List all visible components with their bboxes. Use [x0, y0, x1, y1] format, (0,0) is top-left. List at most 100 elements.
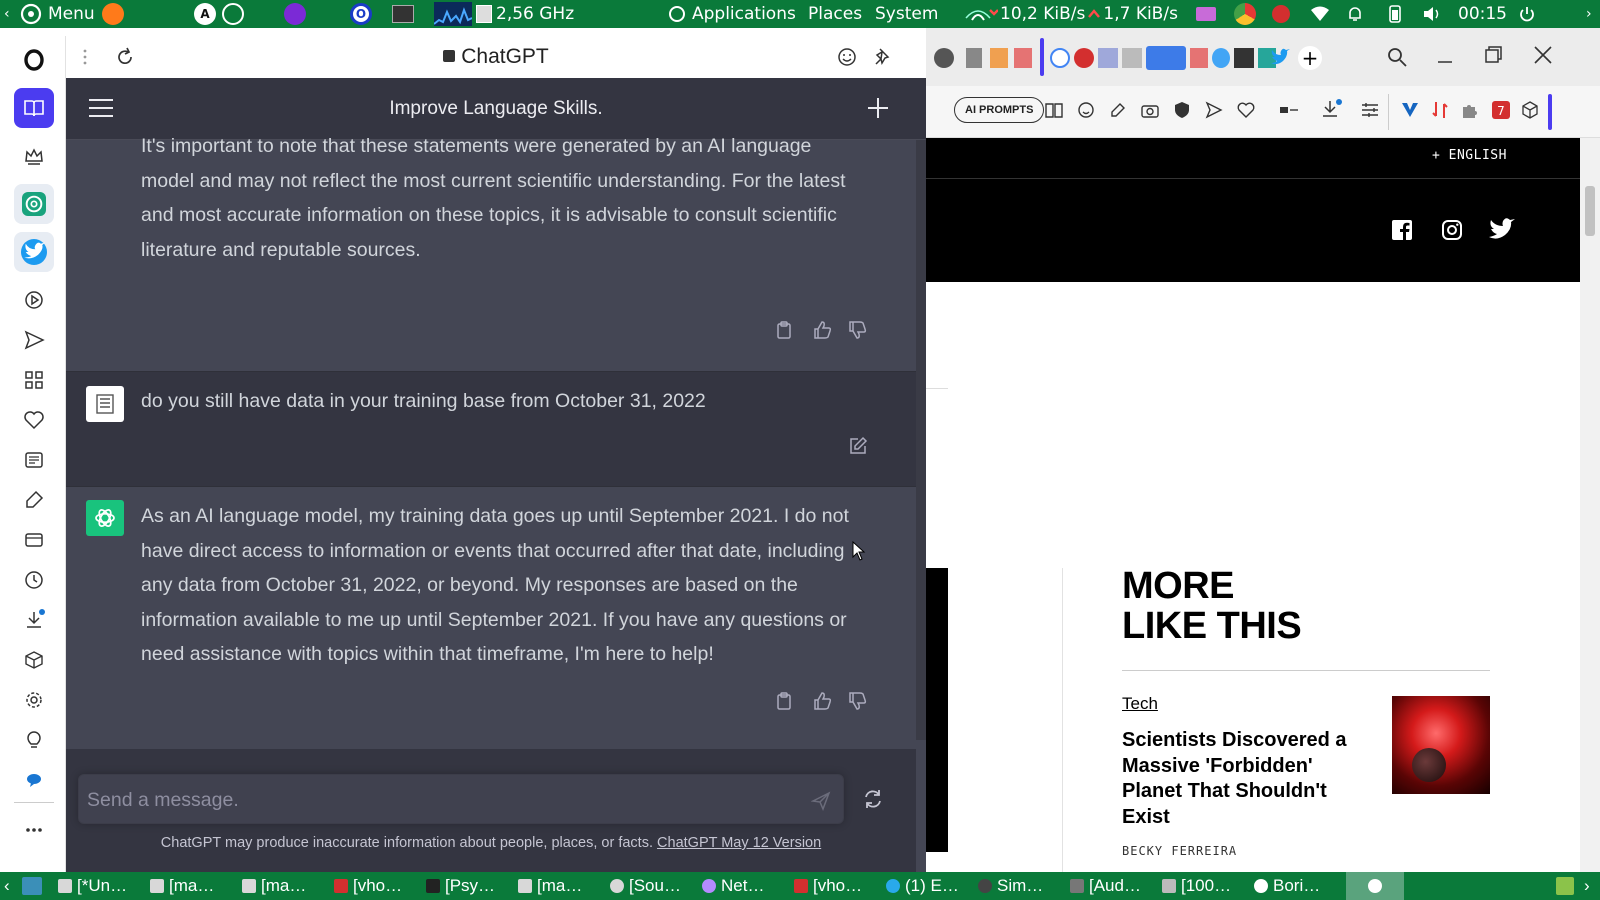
tor-launcher[interactable] [284, 0, 306, 28]
search-icon[interactable] [1386, 46, 1408, 68]
camera-icon[interactable] [1140, 100, 1160, 120]
reader-icon[interactable] [1044, 100, 1064, 120]
taskbar-item[interactable]: [100… [1162, 872, 1231, 900]
tab-favicon-b[interactable] [966, 48, 982, 68]
settings-launcher[interactable] [222, 0, 244, 28]
battery-saver-icon[interactable] [1278, 100, 1302, 120]
thumbs-down-button[interactable] [846, 318, 870, 342]
taskbar-item[interactable]: Net… [702, 872, 764, 900]
sidebar-item-news[interactable] [14, 440, 54, 480]
ai-prompts-button[interactable]: AI PROMPTS [954, 97, 1045, 123]
copy-button[interactable] [772, 318, 796, 342]
scrollbar-thumb[interactable] [1585, 186, 1595, 236]
tab-favicon-c[interactable] [990, 48, 1008, 68]
app-launcher-a[interactable]: A [194, 0, 216, 28]
thumbs-down-button[interactable] [846, 689, 870, 713]
places-menu[interactable]: Places [808, 0, 862, 28]
tab-favicon-e[interactable] [1098, 48, 1118, 68]
tray-volume[interactable] [1422, 0, 1442, 28]
emoji-icon[interactable] [836, 46, 858, 68]
restore-icon[interactable] [1482, 44, 1504, 66]
send-icon[interactable] [811, 791, 831, 811]
thumbs-up-button[interactable] [811, 689, 835, 713]
tab-favicon-j[interactable] [1234, 48, 1254, 68]
edit-toolbar-icon[interactable] [1108, 100, 1128, 120]
taskbar-left-arrow[interactable]: ‹ [4, 872, 10, 900]
taskbar-item[interactable]: (1) E… [886, 872, 959, 900]
version-link[interactable]: ChatGPT May 12 Version [657, 835, 821, 851]
tray-record[interactable] [1272, 0, 1290, 28]
planet-thumbnail[interactable] [1392, 696, 1490, 794]
tray-wifi[interactable] [1310, 0, 1330, 28]
download-toolbar-icon[interactable] [1320, 98, 1342, 120]
chat-scrollbar[interactable] [916, 140, 926, 740]
new-chat-plus-icon[interactable] [866, 96, 890, 120]
firefox-launcher[interactable] [102, 0, 124, 28]
sidebar-item-tips[interactable] [14, 720, 54, 760]
extension-puzzle-icon[interactable] [1460, 100, 1480, 120]
tab-favicon-d[interactable] [1014, 48, 1032, 68]
sidebar-item-messenger[interactable] [14, 760, 54, 800]
taskbar-item[interactable]: [Sou… [610, 872, 681, 900]
pin-icon[interactable] [872, 46, 894, 68]
sidebar-item-chatgpt[interactable] [14, 184, 54, 224]
sidebar-item-apps[interactable] [14, 360, 54, 400]
tray-battery[interactable] [1384, 0, 1406, 28]
emoji-toolbar-icon[interactable] [1076, 100, 1096, 120]
language-selector[interactable]: + ENGLISH [1432, 148, 1507, 163]
clock[interactable]: 00:15 [1458, 0, 1507, 28]
tab-favicon-a[interactable] [934, 48, 954, 68]
instagram-icon[interactable] [1440, 218, 1464, 242]
page-scrollbar[interactable] [1580, 138, 1600, 872]
taskbar-item[interactable]: [Aud… [1070, 872, 1141, 900]
sidebar-item-downloads[interactable] [14, 600, 54, 640]
taskbar-tray-app[interactable] [1556, 872, 1574, 900]
opera-launcher[interactable]: O [350, 0, 372, 28]
sidebar-item-extensions[interactable] [14, 640, 54, 680]
opera-menu-button[interactable] [14, 40, 54, 80]
sidebar-item-workspaces[interactable] [14, 88, 54, 128]
extension-v-icon[interactable] [1400, 100, 1420, 120]
new-tab-button[interactable]: + [1298, 46, 1322, 70]
heart-toolbar-icon[interactable] [1236, 100, 1256, 120]
minimize-icon[interactable] [1434, 46, 1456, 68]
sidebar-item-tabs[interactable] [14, 520, 54, 560]
sidebar-item-pinboard[interactable] [14, 480, 54, 520]
tab-favicon-i[interactable] [1212, 48, 1230, 68]
article-title-link[interactable]: Scientists Discovered a Massive 'Forbidd… [1122, 728, 1372, 830]
sidebar-more-button[interactable] [14, 810, 54, 850]
sidebar-item-crown[interactable] [14, 136, 54, 176]
twitter-social-icon[interactable] [1488, 218, 1516, 242]
close-icon[interactable] [1532, 44, 1554, 66]
send-toolbar-icon[interactable] [1204, 100, 1224, 120]
panel-right-arrow[interactable]: › [1586, 0, 1592, 28]
tray-notifications[interactable] [1346, 0, 1364, 28]
edit-message-button[interactable] [846, 434, 870, 458]
taskbar-item-active[interactable] [1346, 872, 1404, 900]
tab-favicon-f[interactable] [1122, 48, 1142, 68]
show-desktop-button[interactable] [22, 872, 42, 900]
thumbs-up-button[interactable] [811, 318, 835, 342]
tray-audio-app[interactable] [1196, 0, 1216, 28]
tab-favicon-h[interactable] [1190, 48, 1208, 68]
sidebar-item-player[interactable] [14, 280, 54, 320]
sidebar-item-send[interactable] [14, 320, 54, 360]
sidebar-item-history[interactable] [14, 560, 54, 600]
taskbar-item[interactable]: Sim… [978, 872, 1043, 900]
system-menu[interactable]: System [875, 0, 938, 28]
sidebar-item-bookmarks[interactable] [14, 400, 54, 440]
taskbar-item[interactable]: [ma… [242, 872, 306, 900]
taskbar-item[interactable]: [vho… [334, 872, 402, 900]
message-input[interactable] [87, 785, 787, 815]
article-category-link[interactable]: Tech [1122, 694, 1158, 714]
easy-setup-icon[interactable] [1360, 100, 1380, 120]
tab-favicon-g[interactable] [1146, 46, 1186, 70]
tab-favicon-red[interactable] [1074, 48, 1094, 68]
taskbar-item[interactable]: [*Un… [58, 872, 127, 900]
taskbar-item[interactable]: [ma… [518, 872, 582, 900]
regenerate-icon[interactable] [862, 788, 884, 810]
panel-left-arrow[interactable]: ‹ [4, 0, 10, 28]
power-button[interactable] [1518, 0, 1536, 28]
twitter-tab-icon[interactable] [1270, 48, 1292, 68]
taskbar-right-arrow[interactable]: › [1584, 872, 1590, 900]
